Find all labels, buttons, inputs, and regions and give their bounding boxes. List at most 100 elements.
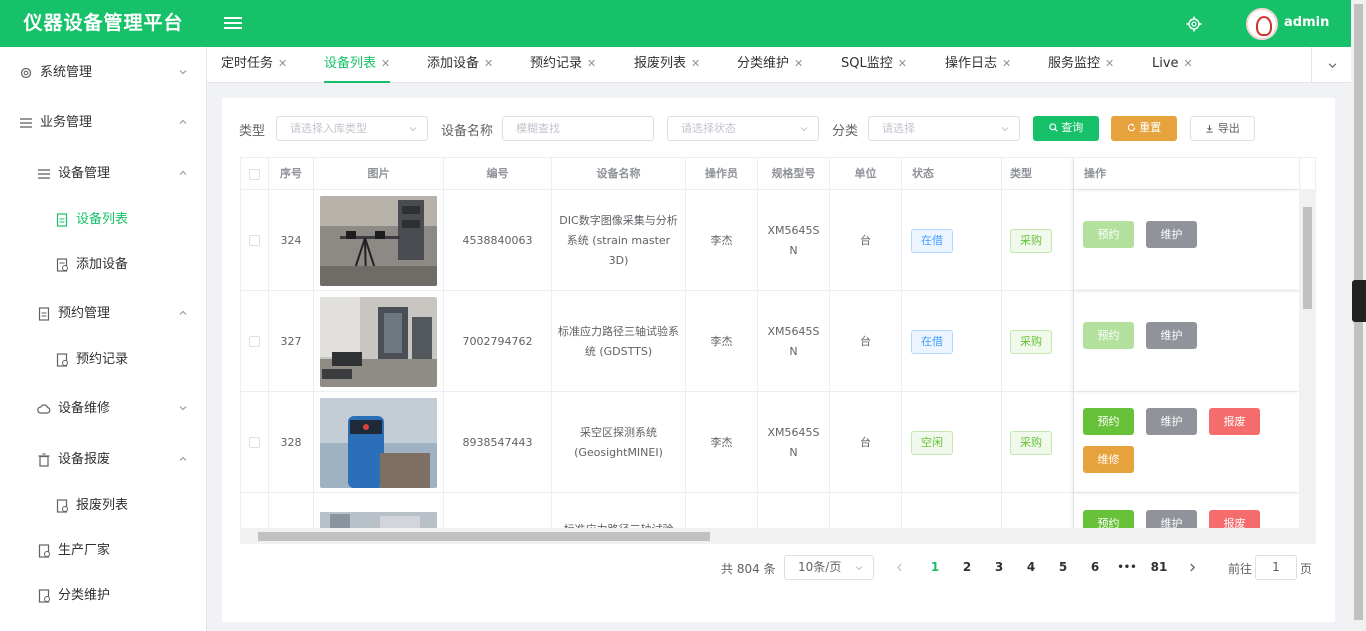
reserve-button[interactable]: 预约 — [1083, 408, 1134, 435]
close-icon[interactable]: ✕ — [1105, 57, 1114, 70]
document-add-icon — [56, 258, 68, 272]
tab-reservation-records[interactable]: 预约记录 ✕ — [530, 47, 596, 83]
sidebar-item-scrap-list[interactable]: 报废列表 — [0, 486, 207, 526]
page-number[interactable]: 81 — [1147, 560, 1171, 574]
close-icon[interactable]: ✕ — [1184, 57, 1193, 70]
device-photo[interactable] — [320, 296, 437, 387]
column-header: 类型 — [1002, 158, 1074, 190]
page-ellipsis[interactable]: ••• — [1115, 562, 1139, 573]
settings-gear-icon[interactable] — [1186, 16, 1202, 32]
maintain-button[interactable]: 维护 — [1146, 408, 1197, 435]
close-icon[interactable]: ✕ — [898, 57, 907, 70]
close-icon[interactable]: ✕ — [278, 57, 287, 70]
tab-label: 分类维护 — [737, 56, 790, 71]
tab-scrap-list[interactable]: 报废列表 ✕ — [634, 47, 700, 83]
page-number[interactable]: 2 — [955, 560, 979, 574]
tab-sql-monitor[interactable]: SQL监控 ✕ — [841, 47, 907, 83]
close-icon[interactable]: ✕ — [484, 57, 493, 70]
select-all-header — [241, 158, 269, 190]
page-size-select[interactable]: 10条/页 — [784, 555, 874, 580]
side-drawer-handle[interactable] — [1352, 280, 1366, 322]
tab-device-list[interactable]: 设备列表 ✕ — [324, 47, 391, 83]
sidebar-item-label: 生产厂家 — [58, 543, 111, 558]
chevron-down-icon — [179, 70, 187, 75]
tab-more-button[interactable] — [1311, 47, 1351, 83]
tab-category[interactable]: 分类维护 ✕ — [737, 47, 803, 83]
table-row: 328 8938547443 采空区探测系统 (GeosightMINEI) 李… — [241, 392, 1301, 493]
column-header: 状态 — [902, 158, 1002, 190]
refresh-icon — [1127, 123, 1135, 132]
sidebar-item-manufacturer[interactable]: 生产厂家 — [0, 531, 207, 571]
chevron-left-icon[interactable] — [895, 563, 904, 572]
page-number[interactable]: 4 — [1019, 560, 1043, 574]
chevron-down-icon — [1001, 127, 1009, 132]
unit-cell: 台 — [830, 291, 902, 392]
close-icon[interactable]: ✕ — [691, 57, 700, 70]
row-checkbox[interactable] — [249, 235, 260, 246]
type-badge: 采购 — [1010, 329, 1052, 354]
page-number[interactable]: 5 — [1051, 560, 1075, 574]
chevron-right-icon[interactable] — [1188, 563, 1197, 572]
tab-label: 定时任务 — [221, 56, 274, 71]
tab-label: 设备列表 — [324, 56, 377, 71]
sidebar-item-scrap[interactable]: 设备报废 — [0, 440, 207, 480]
close-icon[interactable]: ✕ — [587, 57, 596, 70]
maintain-button[interactable]: 维护 — [1146, 221, 1197, 248]
type-badge: 采购 — [1010, 430, 1052, 455]
status-select[interactable]: 请选择状态 — [667, 116, 819, 141]
tab-scheduled-tasks[interactable]: 定时任务 ✕ — [221, 47, 287, 83]
goto-page-input[interactable]: 1 — [1255, 555, 1297, 580]
total-count: 共 804 条 — [721, 562, 776, 576]
menu-toggle-icon[interactable] — [224, 14, 242, 32]
sidebar-item-system[interactable]: 系统管理 — [0, 53, 207, 93]
device-name-input[interactable]: 模糊查找 — [502, 116, 654, 141]
row-select-cell — [241, 291, 269, 392]
close-icon[interactable]: ✕ — [794, 57, 803, 70]
sidebar-item-device-management[interactable]: 设备管理 — [0, 154, 207, 194]
chevron-up-icon — [179, 119, 187, 124]
page-number[interactable]: 6 — [1083, 560, 1107, 574]
reserve-button[interactable]: 预约 — [1083, 322, 1134, 349]
user-avatar[interactable] — [1246, 8, 1278, 40]
scrollbar-thumb[interactable] — [258, 532, 710, 541]
device-photo[interactable] — [320, 195, 437, 286]
sidebar-item-device-list[interactable]: 设备列表 — [0, 200, 207, 240]
tab-label: 服务监控 — [1048, 56, 1101, 71]
tab-live[interactable]: Live ✕ — [1152, 47, 1193, 83]
reset-button[interactable]: 重置 — [1111, 116, 1177, 141]
close-icon[interactable]: ✕ — [381, 57, 390, 70]
page-size-value: 10条/页 — [798, 560, 842, 574]
close-icon[interactable]: ✕ — [1002, 57, 1011, 70]
sidebar-item-reservation[interactable]: 预约管理 — [0, 294, 207, 334]
device-photo[interactable] — [320, 397, 437, 488]
operator-cell: 李杰 — [686, 291, 758, 392]
table-vertical-scrollbar[interactable] — [1299, 189, 1316, 528]
row-checkbox[interactable] — [249, 336, 260, 347]
page-number[interactable]: 3 — [987, 560, 1011, 574]
sidebar: 系统管理 业务管理 设备管理 设备列表 添加设备 预约管理 预约记录 设备维修 … — [0, 47, 207, 631]
query-button[interactable]: 查询 — [1033, 116, 1099, 141]
sidebar-item-business[interactable]: 业务管理 — [0, 103, 207, 143]
scrollbar-thumb[interactable] — [1303, 207, 1312, 309]
image-cell — [314, 291, 444, 392]
sidebar-item-category[interactable]: 分类维护 — [0, 576, 207, 616]
category-select[interactable]: 请选择 — [868, 116, 1020, 141]
scrap-button[interactable]: 报废 — [1209, 408, 1260, 435]
tab-operation-log[interactable]: 操作日志 ✕ — [945, 47, 1011, 83]
row-checkbox[interactable] — [249, 437, 260, 448]
repair-button[interactable]: 维修 — [1083, 446, 1134, 473]
sidebar-item-add-device[interactable]: 添加设备 — [0, 245, 207, 285]
export-button[interactable]: 导出 — [1190, 116, 1255, 141]
user-name[interactable]: admin — [1284, 15, 1329, 30]
reserve-button[interactable]: 预约 — [1083, 221, 1134, 248]
select-all-checkbox[interactable] — [249, 168, 260, 180]
sidebar-item-label: 分类维护 — [58, 588, 111, 603]
tab-add-device[interactable]: 添加设备 ✕ — [427, 47, 493, 83]
table-horizontal-scrollbar[interactable] — [240, 528, 1316, 544]
page-number[interactable]: 1 — [923, 560, 947, 574]
sidebar-item-reservation-records[interactable]: 预约记录 — [0, 340, 207, 380]
sidebar-item-repair[interactable]: 设备维修 — [0, 389, 207, 429]
tab-service-monitor[interactable]: 服务监控 ✕ — [1048, 47, 1114, 83]
maintain-button[interactable]: 维护 — [1146, 322, 1197, 349]
type-select[interactable]: 请选择入库类型 — [276, 116, 428, 141]
